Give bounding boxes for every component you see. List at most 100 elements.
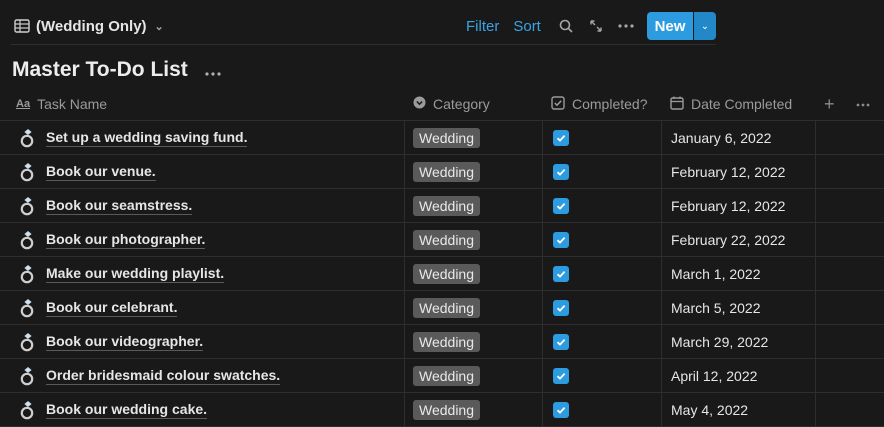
- table-row[interactable]: Make our wedding playlist. Wedding March…: [0, 257, 884, 291]
- category-tag: Wedding: [413, 263, 481, 284]
- completed-checkbox[interactable]: [553, 163, 569, 180]
- table-row[interactable]: Book our photographer. Wedding February …: [0, 223, 884, 257]
- task-name-cell[interactable]: Book our videographer.: [10, 325, 405, 358]
- task-name[interactable]: Make our wedding playlist.: [46, 265, 225, 283]
- ring-icon: [18, 264, 40, 284]
- completed-cell[interactable]: [543, 393, 662, 426]
- task-name-cell[interactable]: Book our venue.: [10, 155, 405, 188]
- ring-icon: [18, 162, 40, 182]
- completed-cell[interactable]: [543, 359, 662, 392]
- date-completed: February 12, 2022: [671, 197, 786, 214]
- completed-checkbox[interactable]: [553, 231, 569, 248]
- category-cell[interactable]: Wedding: [405, 325, 543, 358]
- new-button-group: New ⌄: [647, 12, 716, 40]
- date-completed-cell[interactable]: March 5, 2022: [662, 291, 816, 324]
- date-completed: March 1, 2022: [671, 265, 761, 282]
- sort-button[interactable]: Sort: [513, 18, 541, 35]
- new-button[interactable]: New: [647, 12, 693, 40]
- column-label: Completed?: [572, 96, 648, 112]
- column-header-date-completed[interactable]: Date Completed: [670, 88, 792, 120]
- category-tag: Wedding: [413, 229, 481, 250]
- column-header-task-name[interactable]: Aa Task Name: [16, 88, 107, 120]
- completed-checkbox[interactable]: [553, 333, 569, 350]
- completed-checkbox[interactable]: [553, 265, 569, 282]
- view-switcher[interactable]: (Wedding Only) ⌄: [14, 15, 164, 37]
- date-completed-cell[interactable]: February 12, 2022: [662, 189, 816, 222]
- date-completed-cell[interactable]: February 12, 2022: [662, 155, 816, 188]
- add-column-icon[interactable]: +: [824, 94, 835, 115]
- date-completed: February 22, 2022: [671, 231, 786, 248]
- task-name-cell[interactable]: Book our wedding cake.: [10, 393, 405, 426]
- task-name[interactable]: Set up a wedding saving fund.: [46, 129, 248, 147]
- completed-checkbox[interactable]: [553, 299, 569, 316]
- task-name[interactable]: Book our photographer.: [46, 231, 206, 249]
- task-name-cell[interactable]: Book our photographer.: [10, 223, 405, 256]
- chevron-down-icon: ⌄: [154, 20, 164, 33]
- date-completed: May 4, 2022: [671, 401, 749, 418]
- completed-cell[interactable]: [543, 257, 662, 290]
- completed-checkbox[interactable]: [553, 129, 569, 146]
- date-completed-cell[interactable]: January 6, 2022: [662, 121, 816, 154]
- category-cell[interactable]: Wedding: [405, 359, 543, 392]
- new-dropdown-button[interactable]: ⌄: [694, 12, 716, 40]
- date-completed: April 12, 2022: [671, 367, 758, 384]
- table-row[interactable]: Book our videographer. Wedding March 29,…: [0, 325, 884, 359]
- completed-cell[interactable]: [543, 325, 662, 358]
- task-name[interactable]: Order bridesmaid colour swatches.: [46, 367, 281, 385]
- date-completed-cell[interactable]: March 1, 2022: [662, 257, 816, 290]
- task-name-cell[interactable]: Order bridesmaid colour swatches.: [10, 359, 405, 392]
- task-name[interactable]: Book our wedding cake.: [46, 401, 208, 419]
- date-completed-cell[interactable]: April 12, 2022: [662, 359, 816, 392]
- category-cell[interactable]: Wedding: [405, 189, 543, 222]
- column-label: Task Name: [37, 96, 108, 112]
- task-name-cell[interactable]: Set up a wedding saving fund.: [10, 121, 405, 154]
- date-completed-cell[interactable]: February 22, 2022: [662, 223, 816, 256]
- table-row[interactable]: Book our seamstress. Wedding February 12…: [0, 189, 884, 223]
- more-icon[interactable]: [615, 15, 637, 37]
- category-cell[interactable]: Wedding: [405, 155, 543, 188]
- category-cell[interactable]: Wedding: [405, 393, 543, 426]
- category-cell[interactable]: Wedding: [405, 223, 543, 256]
- date-completed-cell[interactable]: May 4, 2022: [662, 393, 816, 426]
- completed-cell[interactable]: [543, 223, 662, 256]
- date-completed-cell[interactable]: March 29, 2022: [662, 325, 816, 358]
- checkbox-property-icon: [551, 95, 565, 113]
- completed-cell[interactable]: [543, 155, 662, 188]
- title-more-icon[interactable]: [205, 60, 221, 81]
- column-header-category[interactable]: Category: [413, 88, 490, 120]
- task-name[interactable]: Book our seamstress.: [46, 197, 193, 215]
- toolbar: Filter Sort: [466, 13, 645, 39]
- category-tag: Wedding: [413, 161, 481, 182]
- column-more-icon[interactable]: [856, 94, 870, 110]
- completed-cell[interactable]: [543, 121, 662, 154]
- date-completed: January 6, 2022: [671, 129, 772, 146]
- table-row[interactable]: Book our venue. Wedding February 12, 202…: [0, 155, 884, 189]
- table-header: Aa Task Name Category Completed? Date Co…: [0, 88, 884, 121]
- table-row[interactable]: Order bridesmaid colour swatches. Weddin…: [0, 359, 884, 393]
- completed-checkbox[interactable]: [553, 401, 569, 418]
- column-header-completed[interactable]: Completed?: [551, 88, 648, 120]
- category-cell[interactable]: Wedding: [405, 121, 543, 154]
- table-row[interactable]: Book our celebrant. Wedding March 5, 202…: [0, 291, 884, 325]
- task-name-cell[interactable]: Book our seamstress.: [10, 189, 405, 222]
- expand-icon[interactable]: [585, 15, 607, 37]
- filter-button[interactable]: Filter: [466, 18, 499, 35]
- task-name-cell[interactable]: Make our wedding playlist.: [10, 257, 405, 290]
- completed-cell[interactable]: [543, 189, 662, 222]
- completed-checkbox[interactable]: [553, 367, 569, 384]
- completed-checkbox[interactable]: [553, 197, 569, 214]
- table-row[interactable]: Book our wedding cake. Wedding May 4, 20…: [0, 393, 884, 427]
- category-cell[interactable]: Wedding: [405, 257, 543, 290]
- category-tag: Wedding: [413, 297, 481, 318]
- task-name[interactable]: Book our celebrant.: [46, 299, 178, 317]
- category-cell[interactable]: Wedding: [405, 291, 543, 324]
- column-label: Category: [433, 96, 490, 112]
- completed-cell[interactable]: [543, 291, 662, 324]
- task-name-cell[interactable]: Book our celebrant.: [10, 291, 405, 324]
- search-icon[interactable]: [555, 15, 577, 37]
- table-row[interactable]: Set up a wedding saving fund. Wedding Ja…: [0, 121, 884, 155]
- category-tag: Wedding: [413, 365, 481, 386]
- task-name[interactable]: Book our videographer.: [46, 333, 204, 351]
- task-name[interactable]: Book our venue.: [46, 163, 156, 181]
- text-property-icon: Aa: [16, 98, 31, 110]
